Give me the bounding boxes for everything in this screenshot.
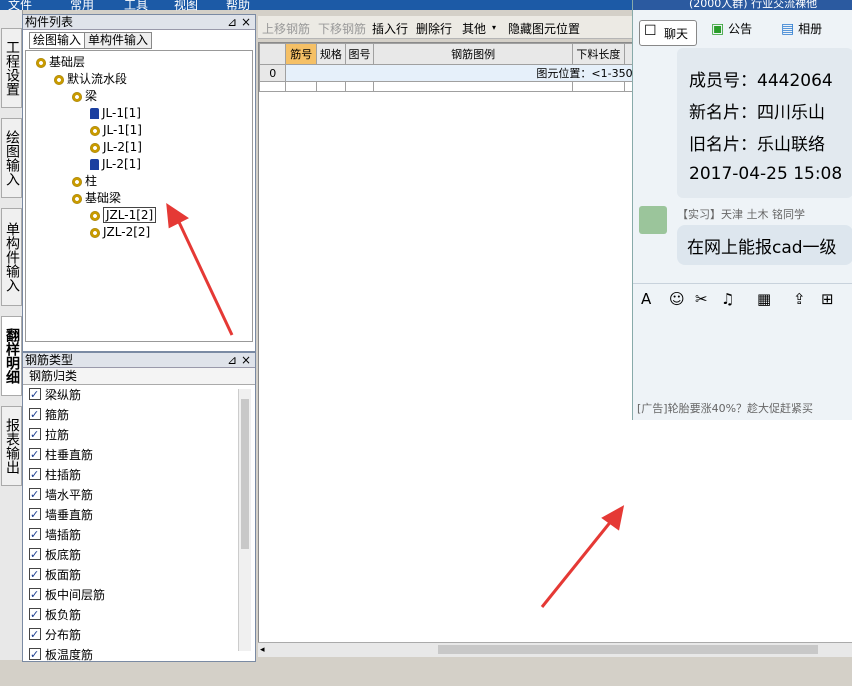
- arrow-annotation-2: [540, 519, 614, 608]
- arrow-head-1: [166, 202, 189, 229]
- annotation-arrows: [166, 202, 625, 608]
- arrow-annotation-1: [176, 219, 234, 336]
